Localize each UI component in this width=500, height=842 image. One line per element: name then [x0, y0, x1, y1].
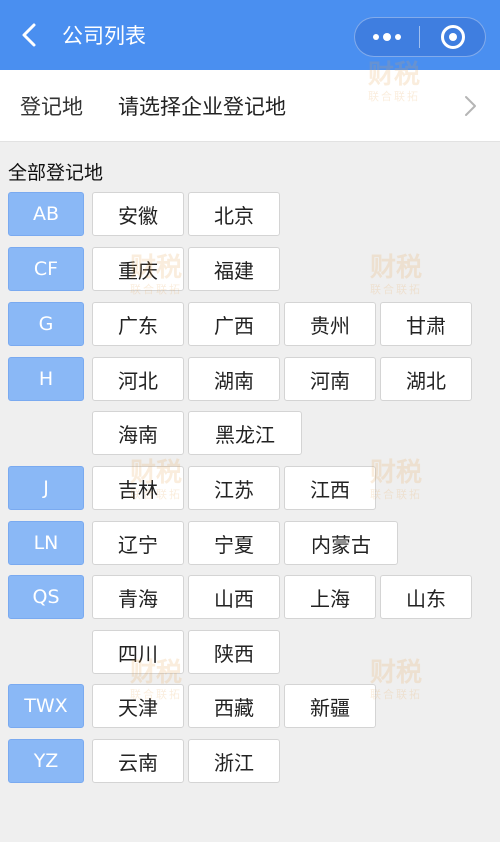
chevron-right-icon: [465, 96, 476, 116]
region-sichuan[interactable]: 四川: [92, 630, 184, 674]
region-shandong[interactable]: 山东: [380, 575, 472, 619]
letter-tab-qs[interactable]: QS: [8, 575, 84, 619]
region-zhejiang[interactable]: 浙江: [188, 739, 280, 783]
region-xinjiang[interactable]: 新疆: [284, 684, 376, 728]
region-hubei[interactable]: 湖北: [380, 357, 472, 401]
region-guizhou[interactable]: 贵州: [284, 302, 376, 346]
letter-tab-ab[interactable]: AB: [8, 192, 84, 236]
page-title: 公司列表: [62, 24, 146, 48]
register-selector[interactable]: 登记地 请选择企业登记地: [0, 70, 500, 142]
region-shanghai[interactable]: 上海: [284, 575, 376, 619]
region-neimenggu[interactable]: 内蒙古: [284, 521, 398, 565]
region-anhui[interactable]: 安徽: [92, 192, 184, 236]
region-jiangsu[interactable]: 江苏: [188, 466, 280, 510]
nav-bar: 公司列表: [0, 0, 500, 70]
region-jilin[interactable]: 吉林: [92, 466, 184, 510]
region-jiangxi[interactable]: 江西: [284, 466, 376, 510]
region-liaoning[interactable]: 辽宁: [92, 521, 184, 565]
letter-tab-ln[interactable]: LN: [8, 521, 84, 565]
region-yunnan[interactable]: 云南: [92, 739, 184, 783]
letter-tab-cf[interactable]: CF: [8, 247, 84, 291]
region-ningxia[interactable]: 宁夏: [188, 521, 280, 565]
region-guangdong[interactable]: 广东: [92, 302, 184, 346]
more-icon: [371, 33, 403, 41]
region-henan[interactable]: 河南: [284, 357, 376, 401]
watermark: 财税联合联拓: [370, 253, 423, 296]
letter-tab-yz[interactable]: YZ: [8, 739, 84, 783]
watermark: 财税联合联拓: [370, 458, 423, 501]
section-title: 全部登记地: [8, 162, 104, 184]
region-heilongjiang[interactable]: 黑龙江: [188, 411, 302, 455]
region-shanxi[interactable]: 山西: [188, 575, 280, 619]
letter-tab-h[interactable]: H: [8, 357, 84, 401]
region-tianjin[interactable]: 天津: [92, 684, 184, 728]
register-label: 登记地: [20, 94, 83, 119]
letter-tab-j[interactable]: J: [8, 466, 84, 510]
watermark: 财税联合联拓: [370, 658, 423, 701]
back-button[interactable]: [14, 20, 44, 50]
close-button[interactable]: [420, 18, 485, 56]
letter-tab-twx[interactable]: TWX: [8, 684, 84, 728]
region-xizang[interactable]: 西藏: [188, 684, 280, 728]
region-guangxi[interactable]: 广西: [188, 302, 280, 346]
more-button[interactable]: [355, 18, 419, 56]
region-chongqing[interactable]: 重庆: [92, 247, 184, 291]
region-fujian[interactable]: 福建: [188, 247, 280, 291]
letter-tab-g[interactable]: G: [8, 302, 84, 346]
region-qinghai[interactable]: 青海: [92, 575, 184, 619]
register-placeholder: 请选择企业登记地: [118, 94, 286, 119]
region-shaanxi[interactable]: 陕西: [188, 630, 280, 674]
menu-capsule: [354, 17, 486, 57]
chevron-left-icon: [22, 23, 36, 47]
region-hainan[interactable]: 海南: [92, 411, 184, 455]
target-icon: [440, 25, 465, 49]
region-beijing[interactable]: 北京: [188, 192, 280, 236]
region-gansu[interactable]: 甘肃: [380, 302, 472, 346]
region-hunan[interactable]: 湖南: [188, 357, 280, 401]
region-hebei[interactable]: 河北: [92, 357, 184, 401]
